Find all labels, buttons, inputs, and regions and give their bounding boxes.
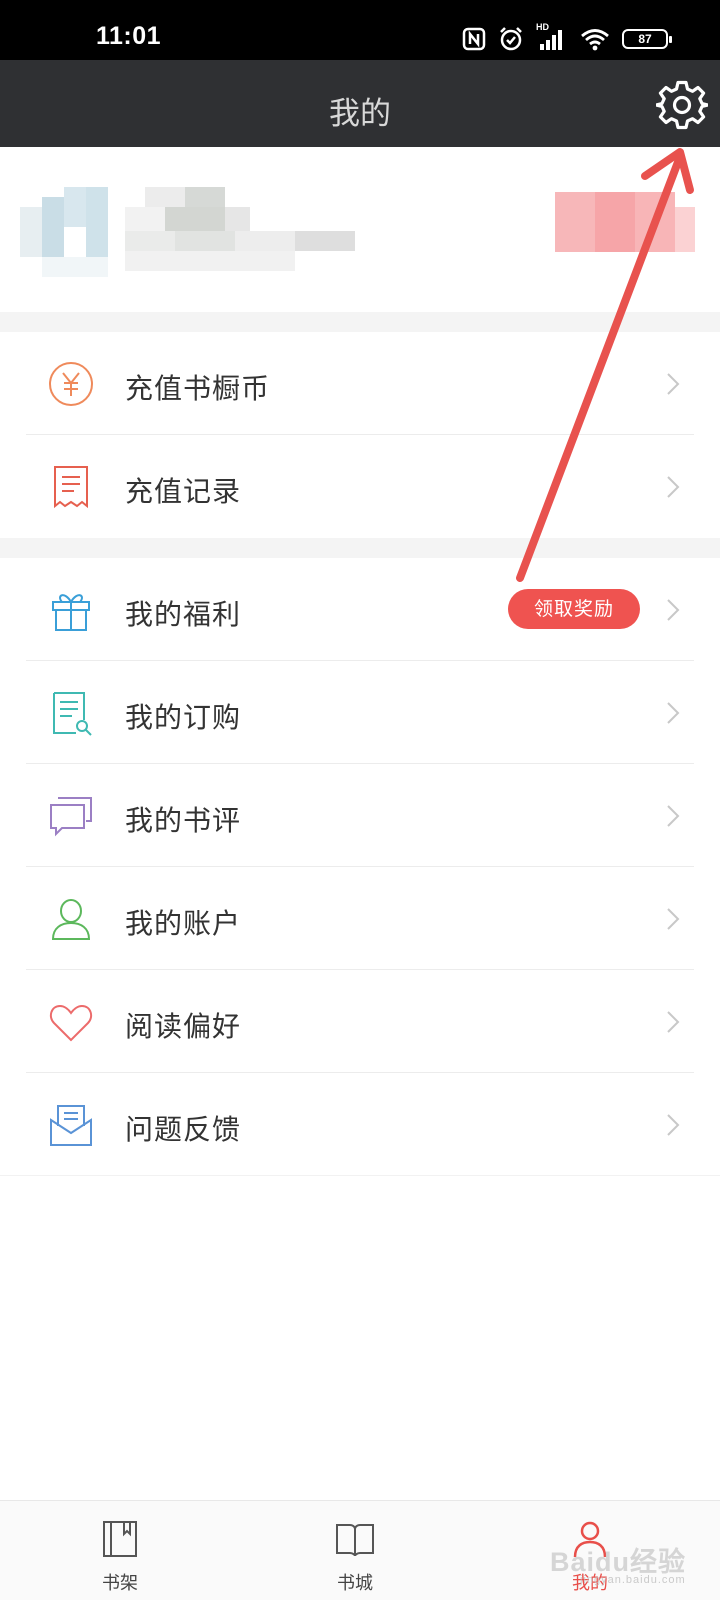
- menu-item-recharge-history[interactable]: 充值记录: [0, 435, 720, 538]
- wifi-icon: [581, 29, 609, 51]
- chat-bubbles-icon: [50, 797, 92, 837]
- chevron-right-icon: [667, 702, 680, 724]
- chevron-right-icon: [667, 599, 680, 621]
- menu-label: 我的订购: [125, 701, 242, 734]
- menu-group-wallet: 充值书橱币 充值记录: [0, 332, 720, 538]
- tab-bookstore[interactable]: 书城: [235, 1501, 475, 1600]
- cell-signal-icon: HD: [536, 22, 568, 52]
- menu-item-my-orders[interactable]: 我的订购: [0, 661, 720, 764]
- battery-indicator: 87: [622, 29, 672, 49]
- watermark: Baidu经验 jingyan.baidu.com: [550, 1540, 715, 1588]
- chevron-right-icon: [667, 1114, 680, 1136]
- document-search-icon: [53, 692, 92, 736]
- envelope-icon: [50, 1105, 92, 1146]
- claim-reward-badge[interactable]: 领取奖励: [508, 589, 640, 629]
- menu-group-personal: 我的福利 领取奖励 我的订购 我的书评 我的账户 阅读偏好 问题反馈: [0, 558, 720, 1176]
- username: [125, 187, 360, 272]
- menu-item-my-account[interactable]: 我的账户: [0, 867, 720, 970]
- gear-icon: [654, 80, 710, 130]
- watermark-sub: jingyan.baidu.com: [580, 1574, 686, 1586]
- bookshelf-icon: [103, 1521, 137, 1557]
- watermark-text: Baidu经验: [550, 1547, 687, 1577]
- chevron-right-icon: [667, 476, 680, 498]
- row-divider: [0, 1175, 720, 1176]
- open-book-icon: [336, 1524, 374, 1557]
- chevron-right-icon: [667, 805, 680, 827]
- status-bar: 11:01 HD 87: [0, 0, 720, 60]
- chevron-right-icon: [667, 1011, 680, 1033]
- chevron-right-icon: [667, 373, 680, 395]
- gift-icon: [52, 594, 90, 631]
- tab-label: 书城: [337, 1573, 373, 1594]
- menu-label: 我的书评: [125, 804, 242, 837]
- top-nav-bar: 我的: [0, 60, 720, 147]
- tab-bookshelf[interactable]: 书架: [0, 1501, 240, 1600]
- tab-label: 书架: [102, 1573, 138, 1594]
- menu-label: 充值书橱币: [125, 372, 271, 405]
- heart-icon: [49, 1004, 93, 1042]
- profile-action[interactable]: [555, 192, 695, 252]
- yuan-coin-icon: [49, 362, 93, 406]
- settings-button[interactable]: [654, 79, 710, 131]
- nfc-icon: [462, 27, 486, 51]
- menu-item-recharge-coins[interactable]: 充值书橱币: [0, 332, 720, 435]
- menu-item-my-reviews[interactable]: 我的书评: [0, 764, 720, 867]
- menu-label: 阅读偏好: [125, 1010, 242, 1043]
- alarm-icon: [500, 27, 522, 51]
- section-divider: [0, 538, 720, 558]
- menu-item-feedback[interactable]: 问题反馈: [0, 1073, 720, 1176]
- section-divider: [0, 312, 720, 332]
- profile-header[interactable]: [0, 147, 720, 312]
- receipt-icon: [54, 466, 88, 509]
- user-icon: [51, 899, 91, 940]
- status-time: 11:01: [96, 22, 162, 50]
- avatar[interactable]: [20, 187, 110, 277]
- menu-item-my-benefits[interactable]: 我的福利 领取奖励: [0, 558, 720, 661]
- status-icons: HD 87: [462, 22, 672, 56]
- chevron-right-icon: [667, 908, 680, 930]
- menu-label: 问题反馈: [125, 1113, 242, 1146]
- menu-label: 我的福利: [125, 598, 242, 631]
- menu-label: 充值记录: [125, 475, 242, 508]
- page-title: 我的: [329, 96, 391, 132]
- menu-item-reading-preferences[interactable]: 阅读偏好: [0, 970, 720, 1073]
- menu-label: 我的账户: [125, 907, 242, 940]
